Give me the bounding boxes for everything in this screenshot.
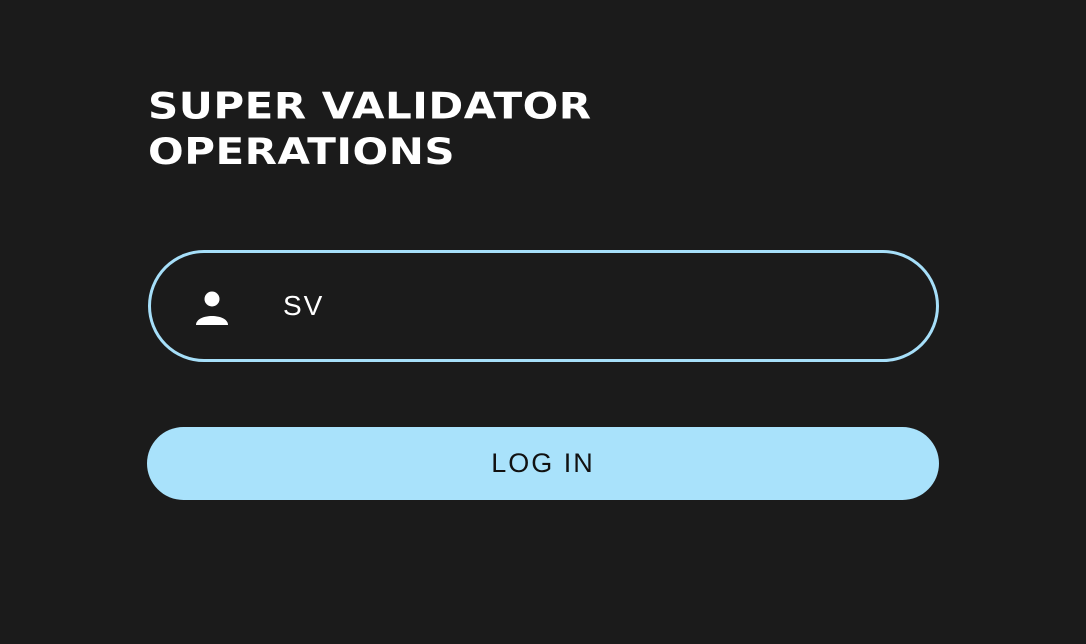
page-title: SUPER VALIDATOR OPERATIONS bbox=[148, 83, 592, 174]
page-title-line-1: SUPER VALIDATOR bbox=[148, 84, 592, 127]
page-title-line-2: OPERATIONS bbox=[148, 130, 456, 173]
login-button[interactable]: LOG IN bbox=[147, 427, 939, 500]
user-icon bbox=[193, 289, 231, 327]
username-field[interactable] bbox=[148, 250, 939, 362]
username-input[interactable] bbox=[283, 283, 883, 329]
